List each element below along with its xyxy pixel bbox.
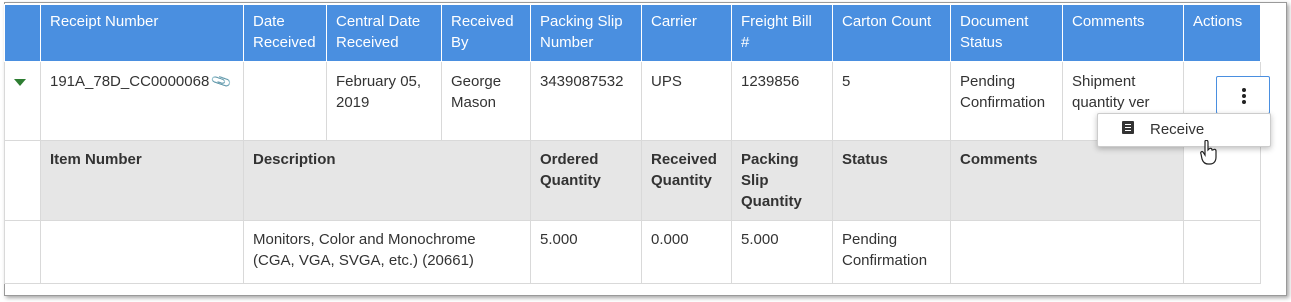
actions-dropdown-menu: Receive	[1097, 113, 1271, 147]
receipts-table: Receipt Number Date Received Central Dat…	[4, 4, 1261, 284]
menu-item-label: Receive	[1150, 121, 1205, 138]
carton-count-cell: 5	[832, 61, 951, 141]
detail-header-ordered-quantity: Ordered Quantity	[530, 140, 642, 221]
detail-header-received-quantity: Received Quantity	[641, 140, 732, 221]
detail-packing-slip-quantity: 5.000	[731, 220, 833, 284]
receipt-number-cell: 191A_78D_CC0000068📎	[40, 61, 244, 141]
header-received-by[interactable]: Received By	[441, 4, 531, 62]
header-expand-cell	[4, 4, 41, 62]
detail-spacer-cell	[4, 220, 41, 284]
detail-item-number	[40, 220, 244, 284]
header-freight-bill[interactable]: Freight Bill #	[731, 4, 833, 62]
header-receipt-number[interactable]: Receipt Number	[40, 4, 244, 62]
receipt-number[interactable]: 191A_78D_CC0000068	[50, 73, 209, 90]
table-header-row: Receipt Number Date Received Central Dat…	[4, 4, 1261, 62]
packing-slip-number-cell: 3439087532	[530, 61, 642, 141]
list-item: Monitors, Color and Monochrome (CGA, VGA…	[4, 220, 1261, 284]
header-document-status[interactable]: Document Status	[950, 4, 1063, 62]
document-icon	[1122, 121, 1134, 134]
detail-spacer-cell	[4, 140, 41, 221]
header-central-date-received[interactable]: Central Date Received	[326, 4, 442, 62]
kebab-icon	[1242, 88, 1246, 106]
date-received-cell	[243, 61, 327, 141]
detail-header-row: Item Number Description Ordered Quantity…	[4, 140, 1261, 221]
table-row: 191A_78D_CC0000068📎 February 05, 2019 Ge…	[4, 61, 1261, 141]
detail-header-status: Status	[832, 140, 951, 221]
expand-cell	[4, 61, 41, 141]
detail-status: Pending Confirmation	[832, 220, 951, 284]
received-by-cell: George Mason	[441, 61, 531, 141]
header-date-received[interactable]: Date Received	[243, 4, 327, 62]
detail-ordered-quantity: 5.000	[530, 220, 642, 284]
central-date-received-cell: February 05, 2019	[326, 61, 442, 141]
expand-arrow-icon[interactable]	[14, 79, 26, 86]
detail-description: Monitors, Color and Monochrome (CGA, VGA…	[243, 220, 531, 284]
header-carrier[interactable]: Carrier	[641, 4, 732, 62]
header-packing-slip-number[interactable]: Packing Slip Number	[530, 4, 642, 62]
paperclip-icon[interactable]: 📎	[209, 68, 235, 95]
header-comments[interactable]: Comments	[1062, 4, 1184, 62]
detail-header-packing-slip-quantity: Packing Slip Quantity	[731, 140, 833, 221]
hand-pointer-icon	[1200, 140, 1217, 165]
header-carton-count[interactable]: Carton Count	[832, 4, 951, 62]
detail-header-description: Description	[243, 140, 531, 221]
detail-header-item-number: Item Number	[40, 140, 244, 221]
detail-spacer-cell-right	[1183, 220, 1261, 284]
detail-comments	[950, 220, 1184, 284]
header-actions: Actions	[1183, 4, 1261, 62]
detail-received-quantity: 0.000	[641, 220, 732, 284]
detail-header-comments: Comments	[950, 140, 1184, 221]
detail-spacer-cell-right	[1183, 140, 1261, 221]
freight-bill-cell: 1239856	[731, 61, 833, 141]
document-status-cell: Pending Confirmation	[950, 61, 1063, 141]
carrier-cell: UPS	[641, 61, 732, 141]
actions-menu-button[interactable]	[1216, 76, 1270, 114]
menu-item-receive[interactable]: Receive	[1098, 114, 1270, 146]
